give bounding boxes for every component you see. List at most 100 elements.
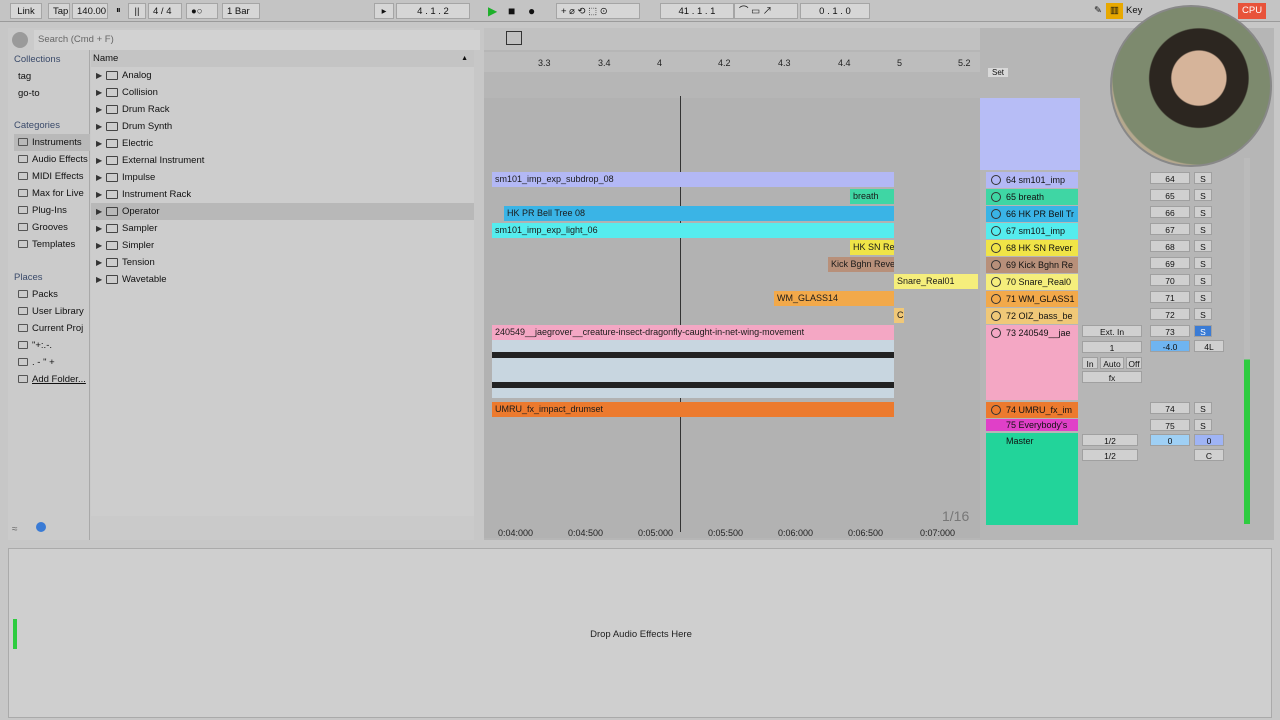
song-position-field[interactable]: 4 . 1 . 2	[396, 3, 470, 19]
list-item[interactable]: ▶ Drum Synth	[91, 118, 474, 135]
clip[interactable]: Kick Bghn Reve	[828, 257, 894, 272]
track-number[interactable]: 74	[1150, 402, 1190, 414]
tap-tempo-button[interactable]: Tap	[48, 3, 70, 19]
clip[interactable]: sm101_imp_exp_subdrop_08	[492, 172, 894, 187]
category-midi-effects[interactable]: MIDI Effects	[14, 168, 90, 185]
track-number[interactable]: 66	[1150, 206, 1190, 218]
list-item[interactable]: ▶ Electric	[91, 135, 474, 152]
loop-tools[interactable]: ⌒ ▭ ↗	[734, 3, 798, 19]
stop-icon[interactable]: ■	[504, 3, 519, 19]
track-72[interactable]: 72 OIZ_bass_be	[986, 308, 1078, 324]
clip[interactable]: HK SN Rev	[850, 240, 894, 255]
expand-icon[interactable]: ▶	[96, 271, 102, 288]
category-max-for-live[interactable]: Max for Live	[14, 185, 90, 202]
browser-toggle-icon[interactable]	[12, 32, 28, 48]
track-number[interactable]: 72	[1150, 308, 1190, 320]
master-output-dropdown[interactable]: 1/2	[1082, 434, 1138, 446]
list-item-selected[interactable]: ▶ Operator	[91, 203, 474, 220]
monitor-off-button[interactable]: Off	[1126, 357, 1142, 369]
clip[interactable]: 240549__jaegrover__creature-insect-drago…	[492, 325, 894, 340]
track-activator-icon[interactable]	[991, 277, 1001, 287]
monitor-auto-button[interactable]: Auto	[1100, 357, 1124, 369]
track-number[interactable]: 75	[1150, 419, 1190, 431]
expand-icon[interactable]: ▶	[96, 152, 102, 169]
link-button[interactable]: Link	[10, 3, 42, 19]
track-activator-icon[interactable]	[991, 405, 1001, 415]
search-input[interactable]: Search (Cmd + F)	[34, 30, 480, 50]
clip[interactable]: sm101_imp_exp_light_06	[492, 223, 894, 238]
expand-icon[interactable]: ▶	[96, 220, 102, 237]
track-71[interactable]: 71 WM_GLASS1	[986, 291, 1078, 307]
list-item[interactable]: ▶ Sampler	[91, 220, 474, 237]
add-folder-link[interactable]: Add Folder...	[14, 371, 90, 388]
track-number[interactable]: 65	[1150, 189, 1190, 201]
input-type-dropdown[interactable]: Ext. In	[1082, 325, 1142, 337]
play-icon[interactable]: ▶	[484, 3, 501, 19]
place-user-library[interactable]: User Library	[14, 303, 90, 320]
solo-button[interactable]: S	[1194, 223, 1212, 235]
track-activator-icon[interactable]	[991, 209, 1001, 219]
track-number[interactable]: 64	[1150, 172, 1190, 184]
list-item[interactable]: ▶ Tension	[91, 254, 474, 271]
master-cue-volume[interactable]: 0	[1194, 434, 1224, 446]
audio-waveform[interactable]	[492, 340, 894, 398]
metronome-button[interactable]: ●○	[186, 3, 218, 19]
track-73[interactable]: 73 240549__jae	[986, 325, 1078, 400]
set-button[interactable]: Set	[988, 68, 1009, 77]
solo-button[interactable]: S	[1194, 240, 1212, 252]
track-number[interactable]: 73	[1150, 325, 1190, 337]
solo-button[interactable]: S	[1194, 189, 1212, 201]
list-item[interactable]: ▶ Impulse	[91, 169, 474, 186]
expand-icon[interactable]: ▶	[96, 101, 102, 118]
collection-go-to[interactable]: go-to	[14, 85, 90, 102]
track-activator-icon[interactable]	[991, 226, 1001, 236]
automation-tools[interactable]: + ⌀ ⟲ ⬚ ⊙	[556, 3, 640, 19]
tempo-ruler-icon[interactable]: ||	[128, 3, 146, 19]
pan-field[interactable]: 4L	[1194, 340, 1224, 352]
track-70[interactable]: 70 Snare_Real0	[986, 274, 1078, 290]
track-activator-icon[interactable]	[991, 294, 1001, 304]
track-68[interactable]: 68 HK SN Rever	[986, 240, 1078, 256]
detail-view[interactable]: Drop Audio Effects Here	[8, 548, 1272, 718]
list-item[interactable]: ▶ Simpler	[91, 237, 474, 254]
master-track[interactable]: Master	[986, 433, 1078, 525]
solo-button[interactable]: S	[1194, 206, 1212, 218]
input-channel-dropdown[interactable]: 1	[1082, 341, 1142, 353]
track-69[interactable]: 69 Kick Bghn Re	[986, 257, 1078, 273]
track-67[interactable]: 67 sm101_imp	[986, 223, 1078, 239]
track-lanes[interactable]	[484, 98, 980, 538]
time-signature-field[interactable]: 4 / 4	[148, 3, 182, 19]
expand-icon[interactable]: ▶	[96, 254, 102, 271]
place-folder-2[interactable]: . - " +	[14, 354, 90, 371]
track-75[interactable]: 75 Everybody's	[986, 419, 1078, 431]
track-number[interactable]: 70	[1150, 274, 1190, 286]
clip[interactable]: breath	[850, 189, 894, 204]
place-current-project[interactable]: Current Proj	[14, 320, 90, 337]
loop-start-field[interactable]: 41 . 1 . 1	[660, 3, 734, 19]
solo-button[interactable]: S	[1194, 419, 1212, 431]
list-header[interactable]: Name ▲	[91, 50, 474, 67]
place-folder-1[interactable]: "+:.-.	[14, 337, 90, 354]
beat-ruler[interactable]: 3.3 3.4 4 4.2 4.3 4.4 5 5.2	[484, 52, 980, 72]
solo-button[interactable]: S	[1194, 274, 1212, 286]
expand-icon[interactable]: ▶	[96, 186, 102, 203]
grid-indicator[interactable]: 1/16	[942, 508, 969, 524]
expand-icon[interactable]: ▶	[96, 84, 102, 101]
nudge-icon[interactable]: ⏸	[112, 3, 125, 19]
preview-icon[interactable]	[36, 522, 46, 532]
list-item[interactable]: ▶ Wavetable	[91, 271, 474, 288]
panel-resize-icon[interactable]: ≈	[12, 524, 18, 535]
track-number[interactable]: 71	[1150, 291, 1190, 303]
expand-icon[interactable]: ▶	[96, 237, 102, 254]
volume-field[interactable]: -4.0	[1150, 340, 1190, 352]
follow-icon[interactable]: ▸	[374, 3, 394, 19]
track-activator-icon[interactable]	[991, 243, 1001, 253]
clip[interactable]: Snare_Real01	[894, 274, 978, 289]
solo-button[interactable]: S	[1194, 291, 1212, 303]
track-64[interactable]: 64 sm101_imp	[986, 172, 1078, 188]
clip[interactable]: HK PR Bell Tree 08	[504, 206, 894, 221]
solo-button[interactable]: S	[1194, 308, 1212, 320]
place-packs[interactable]: Packs	[14, 286, 90, 303]
category-templates[interactable]: Templates	[14, 236, 90, 253]
track-number[interactable]: 69	[1150, 257, 1190, 269]
